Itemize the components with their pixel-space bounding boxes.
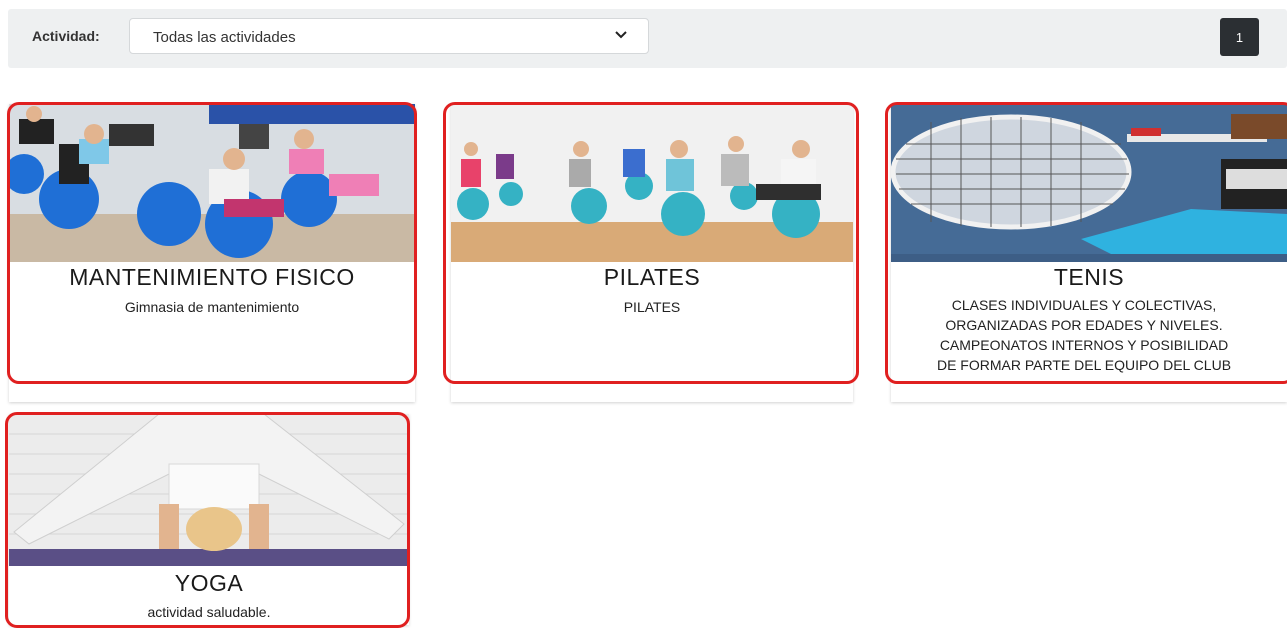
- activity-select-value: Todas las actividades: [153, 29, 296, 46]
- card-description-line: ORGANIZADAS POR EDADES Y NIVELES.: [945, 317, 1223, 333]
- activity-card-pilates[interactable]: PILATES PILATES: [451, 104, 853, 402]
- card-description: PILATES: [623, 299, 681, 315]
- activity-card-yoga[interactable]: YOGA actividad saludable.: [9, 414, 409, 625]
- pagination-page-button[interactable]: 1: [1220, 18, 1259, 56]
- card-description-line: DE FORMAR PARTE DEL EQUIPO DEL CLUB: [936, 357, 1232, 373]
- card-description-line: CLASES INDIVIDUALES Y COLECTIVAS,: [951, 297, 1217, 313]
- filter-bar: Actividad: Todas las actividades 1: [8, 9, 1287, 68]
- card-description: Gimnasia de mantenimiento: [124, 299, 300, 315]
- card-image: [891, 104, 1287, 262]
- card-description-line: CAMPEONATOS INTERNOS Y POSIBILIDAD: [939, 337, 1229, 353]
- activity-card-mantenimiento[interactable]: MANTENIMIENTO FISICO Gimnasia de manteni…: [9, 104, 415, 402]
- card-title: YOGA: [174, 570, 244, 596]
- card-image: [9, 104, 415, 262]
- card-image: [451, 104, 853, 262]
- activity-card-tenis[interactable]: TENIS CLASES INDIVIDUALES Y COLECTIVAS, …: [891, 104, 1287, 402]
- activity-filter-label: Actividad:: [32, 28, 100, 44]
- card-title: PILATES: [603, 264, 701, 290]
- card-title: MANTENIMIENTO FISICO: [69, 264, 355, 290]
- card-image: [9, 414, 409, 566]
- card-title: TENIS: [1053, 264, 1125, 290]
- card-description: actividad saludable.: [147, 604, 271, 620]
- activity-select[interactable]: Todas las actividades: [129, 18, 649, 54]
- chevron-down-icon: [615, 31, 627, 39]
